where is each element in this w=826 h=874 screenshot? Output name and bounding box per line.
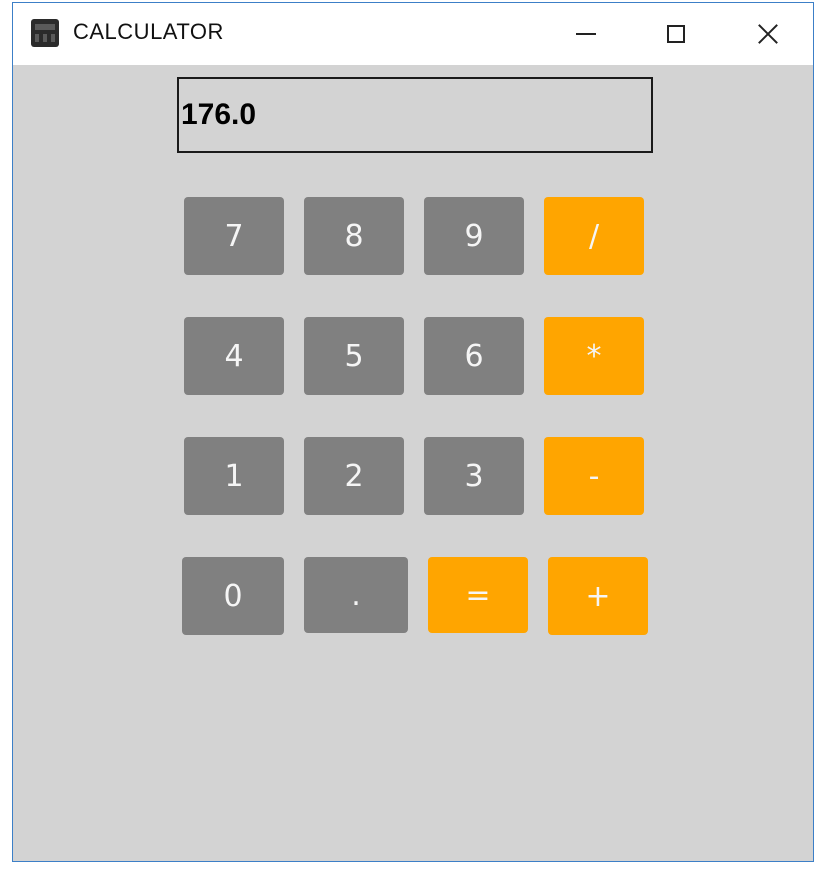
key-0[interactable]: 0 xyxy=(182,557,284,635)
maximize-icon xyxy=(667,25,685,43)
display-value: 176.0 xyxy=(181,98,257,131)
key-7[interactable]: 7 xyxy=(184,197,284,275)
minimize-icon xyxy=(576,33,596,35)
key-4[interactable]: 4 xyxy=(184,317,284,395)
calculator-app-icon xyxy=(31,19,59,47)
minimize-button[interactable] xyxy=(541,3,631,65)
key-1[interactable]: 1 xyxy=(184,437,284,515)
key-9[interactable]: 9 xyxy=(424,197,524,275)
title-bar[interactable]: CALCULATOR xyxy=(13,3,813,65)
key-decimal[interactable]: . xyxy=(304,557,408,633)
key-8[interactable]: 8 xyxy=(304,197,404,275)
key-6[interactable]: 6 xyxy=(424,317,524,395)
key-5[interactable]: 5 xyxy=(304,317,404,395)
window-title: CALCULATOR xyxy=(73,19,224,44)
key-3[interactable]: 3 xyxy=(424,437,524,515)
key-2[interactable]: 2 xyxy=(304,437,404,515)
maximize-button[interactable] xyxy=(631,3,721,65)
key-equals[interactable]: = xyxy=(428,557,528,633)
calculator-window: CALCULATOR 176.0 7 8 9 / 4 5 6 * 1 2 3 -… xyxy=(12,2,814,862)
key-subtract[interactable]: - xyxy=(544,437,644,515)
key-add[interactable]: + xyxy=(548,557,648,635)
close-button[interactable] xyxy=(723,3,813,65)
key-multiply[interactable]: * xyxy=(544,317,644,395)
key-divide[interactable]: / xyxy=(544,197,644,275)
close-icon xyxy=(757,23,779,45)
result-display: 176.0 xyxy=(177,77,653,153)
